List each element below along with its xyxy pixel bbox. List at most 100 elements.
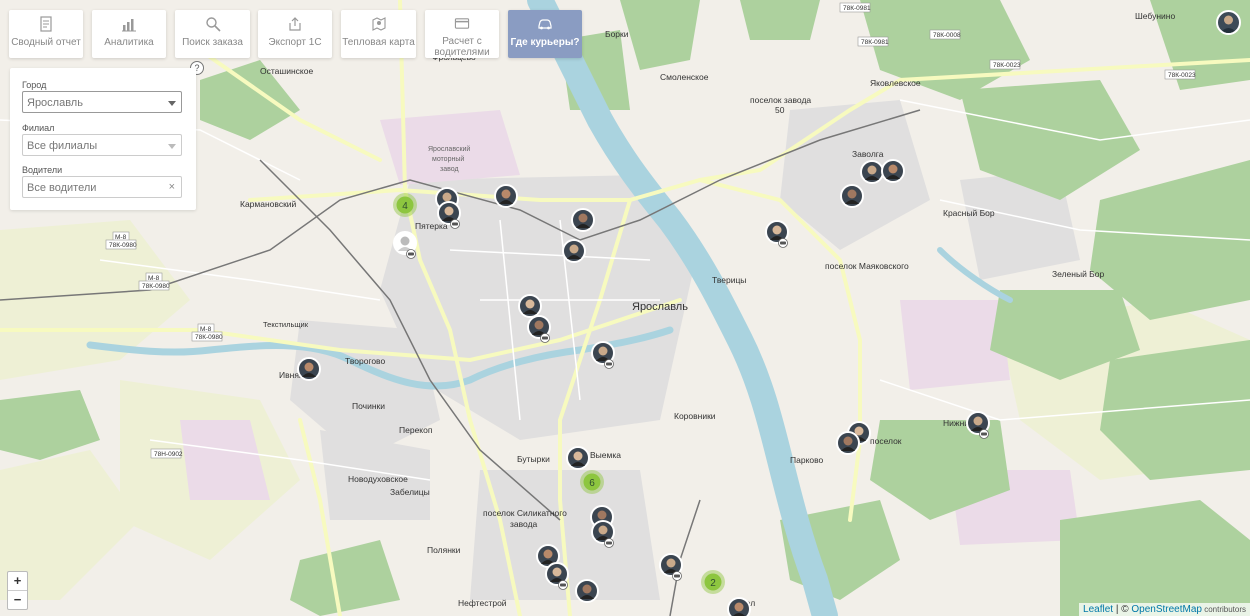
leaflet-link[interactable]: Leaflet (1083, 604, 1113, 615)
where-couriers-label: Где курьеры? (510, 37, 580, 48)
courier-marker[interactable] (727, 597, 751, 616)
svg-text:78К-0981: 78К-0981 (861, 39, 889, 46)
courier-avatar (772, 225, 782, 235)
courier-avatar (304, 362, 314, 372)
order-search-button[interactable]: Поиск заказа (175, 10, 250, 58)
courier-marker[interactable] (860, 160, 884, 184)
export-1c-label: Экспорт 1С (268, 37, 322, 48)
zoom-control: + − (7, 571, 28, 610)
courier-avatar (525, 299, 535, 309)
heatmap-pin-icon (371, 17, 386, 31)
courier-marker[interactable] (575, 579, 599, 603)
courier-avatar (543, 549, 553, 559)
courier-marker[interactable] (840, 184, 864, 208)
driver-payments-button[interactable]: Расчет с водителями (425, 10, 499, 58)
svg-text:Шебунино: Шебунино (1135, 11, 1175, 21)
courier-avatar (442, 192, 452, 202)
zoom-in-button[interactable]: + (8, 572, 27, 591)
cluster-marker[interactable]: 6 (580, 470, 604, 494)
courier-marker[interactable] (562, 239, 586, 263)
car-icon (558, 580, 568, 590)
car-icon (778, 238, 788, 248)
svg-text:завода: завода (510, 519, 538, 529)
heatmap-label: Тепловая карта (342, 37, 415, 48)
drivers-value: Все водители (27, 182, 97, 194)
avatar[interactable] (1216, 10, 1241, 35)
search-icon (205, 17, 221, 32)
svg-text:78К-0023: 78К-0023 (993, 62, 1021, 69)
car-icon (979, 429, 989, 439)
svg-text:Перекоп: Перекоп (399, 425, 433, 435)
courier-marker[interactable] (836, 431, 860, 455)
courier-marker[interactable] (571, 208, 595, 232)
svg-text:моторный: моторный (432, 155, 464, 163)
courier-marker[interactable] (518, 294, 542, 318)
courier-marker[interactable] (494, 184, 518, 208)
courier-avatar (867, 165, 877, 175)
svg-text:78К-0980: 78К-0980 (142, 283, 170, 290)
svg-text:Полянки: Полянки (427, 545, 461, 555)
svg-text:Ярославль: Ярославль (632, 301, 688, 313)
svg-text:Красный Бор: Красный Бор (943, 208, 995, 218)
courier-marker[interactable] (297, 357, 321, 381)
branch-label: Филиал (22, 123, 55, 133)
courier-avatar (973, 416, 983, 426)
svg-text:78К-0980: 78К-0980 (195, 334, 223, 341)
heatmap-button[interactable]: Тепловая карта (341, 10, 416, 58)
drivers-label: Водители (22, 165, 63, 175)
filter-panel: Город Ярославль Филиал Все филиалы Водит… (10, 68, 196, 210)
svg-text:Осташинское: Осташинское (260, 66, 313, 76)
car-icon (604, 359, 614, 369)
cluster-marker[interactable]: 4 (393, 193, 417, 217)
svg-text:78К-0023: 78К-0023 (1168, 72, 1196, 79)
bar-chart-icon (122, 19, 136, 32)
city-select[interactable]: Ярославль (22, 91, 182, 113)
svg-text:Творогово: Творогово (345, 356, 385, 366)
svg-text:78Н-0902: 78Н-0902 (154, 451, 183, 458)
svg-text:Борки: Борки (605, 29, 629, 39)
svg-text:Бутырки: Бутырки (517, 454, 550, 464)
courier-avatar (569, 244, 579, 254)
courier-avatar (597, 510, 607, 520)
where-couriers-button[interactable]: Где курьеры? (508, 10, 582, 58)
car-icon (540, 333, 550, 343)
export-1c-button[interactable]: Экспорт 1С (258, 10, 332, 58)
svg-text:Парково: Парково (790, 455, 824, 465)
user-avatar-icon (1220, 15, 1237, 33)
car-icon (450, 219, 460, 229)
car-icon (538, 19, 552, 30)
svg-text:Яковлевское: Яковлевское (870, 78, 921, 88)
svg-text:Заволга: Заволга (852, 149, 884, 159)
clear-icon[interactable]: × (169, 181, 175, 193)
zoom-out-button[interactable]: − (8, 591, 27, 609)
osm-link[interactable]: OpenStreetMap (1131, 604, 1202, 615)
svg-text:Ярославский: Ярославский (428, 145, 470, 153)
svg-text:6: 6 (589, 478, 595, 489)
summary-report-button[interactable]: Сводный отчет (9, 10, 83, 58)
attribution-separator: | © (1113, 604, 1132, 615)
courier-marker[interactable] (566, 446, 590, 470)
cluster-marker[interactable]: 2 (701, 570, 725, 594)
courier-marker[interactable] (881, 159, 905, 183)
courier-avatar (582, 584, 592, 594)
svg-text:Тверицы: Тверицы (712, 275, 746, 285)
chevron-down-icon (168, 144, 176, 149)
svg-text:78К-0980: 78К-0980 (109, 242, 137, 249)
svg-text:78К-0981: 78К-0981 (843, 5, 871, 12)
analytics-label: Аналитика (104, 37, 154, 48)
svg-text:4: 4 (402, 201, 408, 212)
branch-select[interactable]: Все филиалы (22, 134, 182, 156)
courier-avatar (573, 451, 583, 461)
analytics-button[interactable]: Аналитика (92, 10, 166, 58)
svg-text:78К-0008: 78К-0008 (933, 32, 961, 39)
city-value: Ярославль (27, 97, 83, 109)
courier-avatar (578, 213, 588, 223)
svg-text:Забелицы: Забелицы (390, 487, 430, 497)
svg-text:Нефтестрой: Нефтестрой (458, 598, 507, 608)
drivers-select[interactable]: Все водители × (22, 176, 182, 198)
branch-value: Все филиалы (27, 140, 98, 152)
contributors-text: contributors (1201, 605, 1246, 614)
svg-text:Кармановский: Кармановский (240, 199, 297, 209)
report-icon (40, 16, 52, 32)
svg-text:завод: завод (440, 166, 459, 173)
